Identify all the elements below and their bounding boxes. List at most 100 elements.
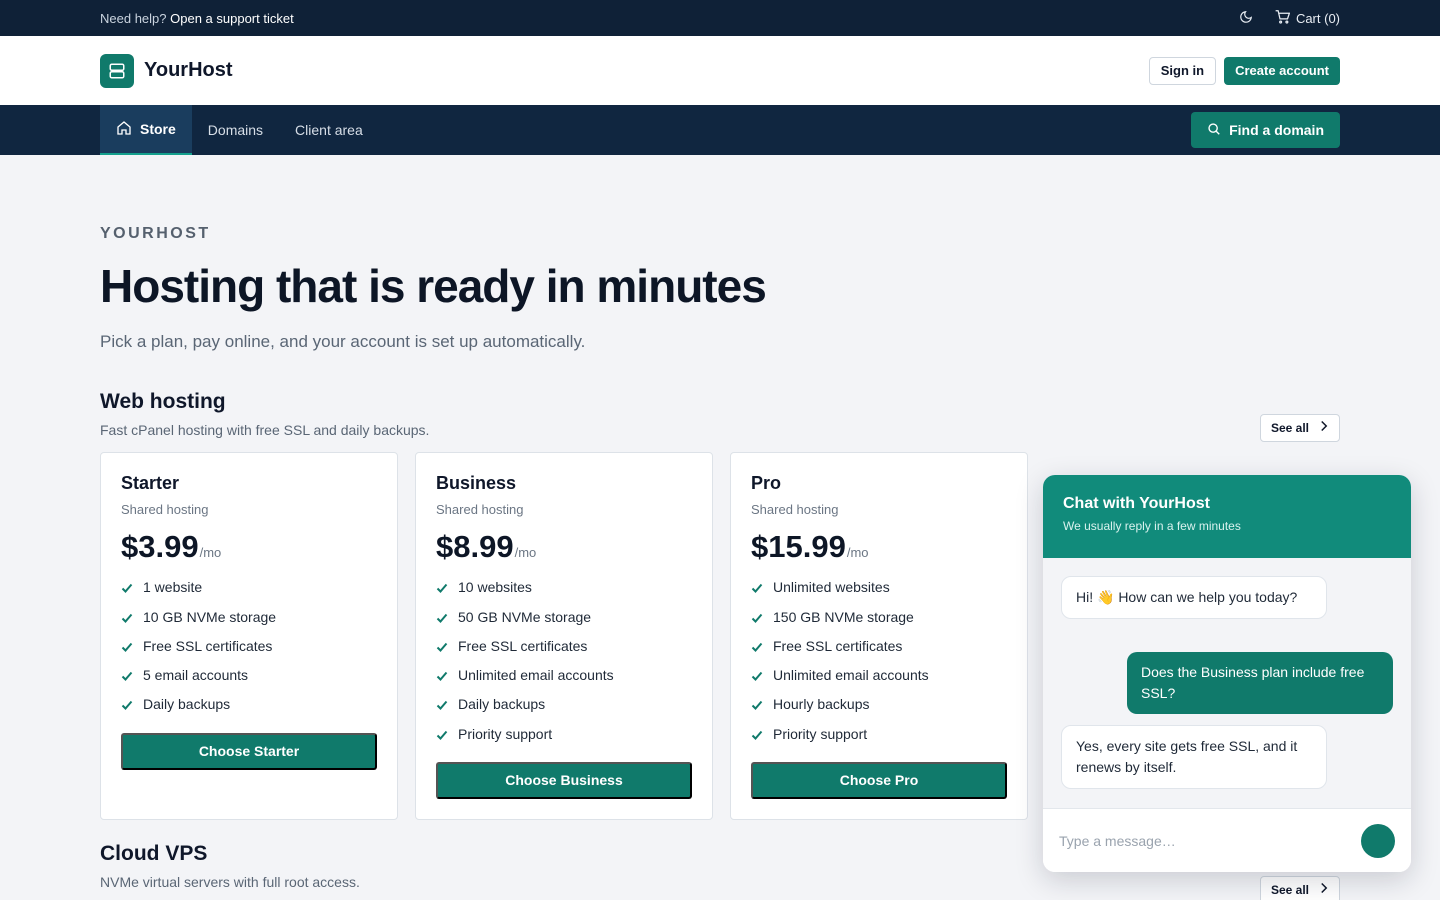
plan-feature-label: 150 GB NVMe storage (773, 608, 914, 625)
plan-feature: Free SSL certificates (121, 631, 377, 660)
plan-price-amount: $8.99 (436, 528, 514, 564)
chat-message-agent: Yes, every site gets free SSL, and it re… (1061, 725, 1327, 789)
nav-item-label: Domains (207, 122, 264, 138)
plan-feature: 50 GB NVMe storage (436, 602, 692, 631)
check-icon (436, 669, 448, 682)
top-bar: Need help? Open a support ticket Cart (0… (0, 0, 1440, 36)
section-title: Cloud VPS (100, 841, 208, 865)
nav-item-client-area[interactable]: Client area (279, 105, 379, 155)
plan-feature-label: Unlimited websites (773, 579, 890, 596)
choose-plan-button[interactable]: Choose Business (436, 761, 692, 799)
plan-type: Shared hosting (121, 501, 209, 517)
chat-message-user: Does the Business plan include free SSL? (1127, 652, 1393, 714)
plan-feature-label: Hourly backups (773, 696, 870, 713)
plan-feature: Daily backups (436, 690, 692, 719)
plan-feature-label: Unlimited email accounts (458, 667, 614, 684)
plan-feature-label: Free SSL certificates (143, 637, 273, 654)
check-icon (751, 698, 763, 711)
nav-item-label: Client area (295, 122, 363, 138)
cart-link[interactable]: Cart (0) (1275, 9, 1340, 27)
choose-plan-button[interactable]: Choose Starter (121, 732, 377, 770)
sign-in-button[interactable]: Sign in (1148, 56, 1217, 85)
chat-status: We usually reply in a few minutes (1063, 519, 1241, 533)
plan-feature-label: 1 website (143, 579, 203, 596)
plan-feature: 150 GB NVMe storage (751, 602, 1007, 631)
check-icon (121, 669, 133, 682)
page-title: Hosting that is ready in minutes (100, 260, 767, 312)
see-all-label: See all (1270, 882, 1309, 897)
plan-type: Shared hosting (751, 501, 839, 517)
see-all-cloud-vps-button[interactable]: See all (1259, 875, 1340, 900)
plan-feature: 10 websites (436, 573, 692, 602)
plan-feature-label: 5 email accounts (143, 667, 249, 684)
plan-feature-label: Daily backups (143, 696, 231, 713)
plan-name: Starter (121, 472, 180, 493)
plan-price: $8.99/mo (436, 529, 692, 565)
plan-feature-label: Free SSL certificates (773, 637, 903, 654)
check-icon (121, 611, 133, 623)
chevron-right-icon (1319, 420, 1329, 435)
plan-feature: Hourly backups (751, 690, 1007, 719)
check-icon (121, 640, 133, 652)
plan-price-unit: /mo (846, 544, 869, 560)
plan-feature-label: 50 GB NVMe storage (458, 608, 592, 625)
chevron-right-icon (1319, 882, 1329, 897)
plan-feature: Unlimited email accounts (751, 660, 1007, 689)
server-icon (100, 53, 134, 88)
plan-card-business: Business Shared hosting $8.99/mo 10 website… (415, 451, 713, 820)
check-icon (751, 728, 763, 740)
cart-label: Cart (0) (1295, 10, 1340, 26)
search-icon (1207, 122, 1221, 139)
check-icon (751, 581, 763, 594)
support-ticket-link[interactable]: Open a support ticket (170, 11, 294, 26)
chat-message-agent: Hi! 👋 How can we help you today? (1061, 576, 1327, 619)
check-icon (436, 640, 448, 652)
plan-features: 1 website 10 GB NVMe storage Free SSL cert… (121, 573, 377, 719)
section-subtitle: NVMe virtual servers with full root acce… (100, 873, 360, 890)
check-icon (436, 728, 448, 740)
cart-icon (1275, 9, 1291, 27)
plan-feature-label: Priority support (773, 725, 868, 742)
plan-feature-label: 10 GB NVMe storage (143, 608, 277, 625)
moon-icon[interactable] (1239, 10, 1253, 27)
plan-card-pro: Pro Shared hosting $15.99/mo Unlimited webs… (730, 451, 1028, 820)
section-title: Web hosting (100, 389, 226, 413)
plan-price-unit: /mo (514, 544, 537, 560)
plan-price: $15.99/mo (751, 529, 1007, 565)
plan-type: Shared hosting (436, 501, 524, 517)
plan-feature: Free SSL certificates (436, 631, 692, 660)
check-icon (121, 581, 133, 594)
nav-item-domains[interactable]: Domains (192, 105, 279, 155)
nav-item-store[interactable]: Store (100, 105, 192, 155)
check-icon (751, 611, 763, 623)
check-icon (751, 669, 763, 682)
see-all-web-hosting-button[interactable]: See all (1259, 413, 1340, 442)
plan-card-starter: Starter Shared hosting $3.99/mo 1 website 10… (100, 451, 398, 820)
support-notice: Need help? Open a support ticket (100, 11, 294, 26)
create-account-button[interactable]: Create account (1224, 56, 1340, 85)
check-icon (436, 611, 448, 623)
plan-feature-label: Priority support (458, 725, 553, 742)
brand-logo-link[interactable]: YourHost (100, 53, 233, 88)
plan-price-amount: $3.99 (121, 528, 199, 564)
send-button[interactable] (1361, 823, 1395, 858)
nav-item-label: Store (140, 121, 176, 137)
plan-feature: Daily backups (121, 690, 377, 719)
hero-eyebrow: YOURHOST (100, 225, 211, 242)
plan-feature-label: Unlimited email accounts (773, 667, 929, 684)
plan-feature: 1 website (121, 573, 377, 602)
find-domain-button[interactable]: Find a domain (1191, 112, 1340, 148)
plan-features: Unlimited websites 150 GB NVMe storage Fre… (751, 573, 1007, 749)
chat-messages: Hi! 👋 How can we help you today? Does th… (1043, 558, 1411, 808)
plan-feature: Priority support (436, 719, 692, 748)
help-prefix: Need help? (100, 10, 167, 26)
chat-message-input[interactable] (1059, 832, 1319, 849)
plan-features: 10 websites 50 GB NVMe storage Free SSL ce… (436, 573, 692, 749)
find-domain-label: Find a domain (1229, 122, 1324, 138)
check-icon (751, 640, 763, 652)
plan-feature-label: Free SSL certificates (458, 637, 588, 654)
plan-name: Business (436, 472, 517, 493)
plan-price-amount: $15.99 (751, 528, 846, 564)
choose-plan-button[interactable]: Choose Pro (751, 761, 1007, 799)
main-nav: Store Domains Client area Find a domain (0, 105, 1440, 155)
